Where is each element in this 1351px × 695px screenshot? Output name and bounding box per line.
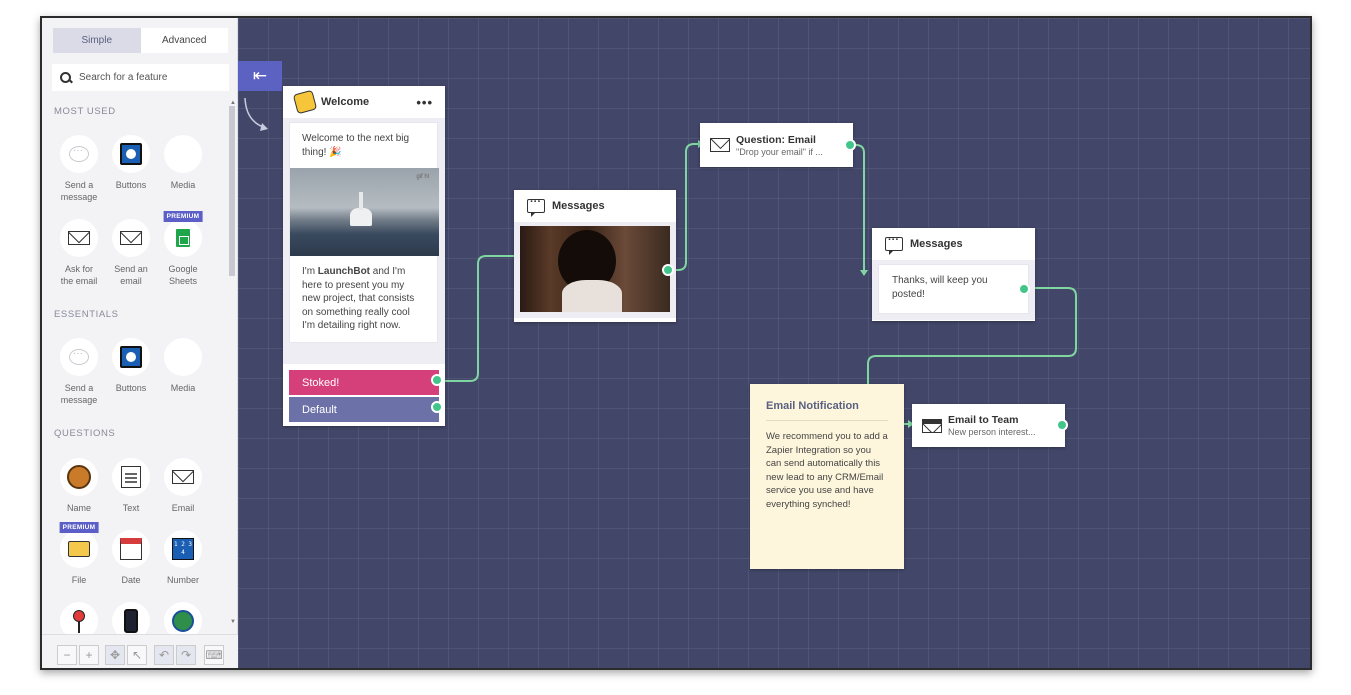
message-icon: [885, 234, 903, 255]
node-title: Question: Email: [736, 133, 816, 146]
tool-send-message-essential[interactable]: Send amessage: [49, 338, 109, 406]
section-title-essentials: ESSENTIALS: [54, 309, 119, 320]
tool-buttons[interactable]: Buttons: [101, 135, 161, 191]
tool-number[interactable]: 1 2 3 4 Number: [153, 530, 213, 586]
sticky-note[interactable]: Email Notification We recommend you to a…: [750, 384, 904, 569]
scroll-down-arrow-icon[interactable]: ▼: [230, 619, 236, 625]
premium-badge: PREMIUM: [163, 211, 203, 222]
node-title: Welcome: [321, 96, 370, 108]
feature-sidebar: Simple Advanced MOST USED Send amessage …: [42, 18, 238, 668]
port-output[interactable]: [1056, 419, 1068, 431]
phone-icon: [124, 609, 138, 633]
select-tool-button[interactable]: ↖: [127, 645, 147, 665]
tool-name[interactable]: Name: [49, 458, 109, 514]
collapse-sidebar-button[interactable]: ⇤: [238, 61, 282, 91]
envelope-icon: [68, 231, 90, 245]
waving-hand-icon: [292, 89, 318, 115]
app-window: Simple Advanced MOST USED Send amessage …: [40, 16, 1312, 670]
face-icon: [67, 465, 91, 489]
pointer-icon: ↖: [131, 648, 143, 662]
google-sheets-icon: [176, 229, 190, 247]
port-output[interactable]: [662, 264, 674, 276]
node-welcome[interactable]: Welcome ••• Welcome to the next big thin…: [283, 86, 445, 426]
message-text: Thanks, will keep you posted!: [878, 264, 1029, 314]
undo-icon: ↶: [158, 648, 170, 662]
canvas-toolbar: − + ✥ ↖ ↶ ↷ ⌨: [42, 634, 238, 668]
node-title: Messages: [910, 238, 963, 250]
message-bubble-icon: [69, 348, 89, 365]
tab-advanced[interactable]: Advanced: [140, 28, 228, 53]
rocket-launch-gif: gif hl: [290, 168, 439, 256]
note-title: Email Notification: [766, 400, 888, 421]
tool-send-message[interactable]: Send amessage: [49, 135, 109, 203]
move-icon: ✥: [109, 648, 121, 662]
redo-button[interactable]: ↷: [176, 645, 196, 665]
send-email-icon: [922, 418, 942, 433]
keyboard-button[interactable]: ⌨: [204, 645, 224, 665]
arrow-head: [860, 270, 868, 276]
node-question-email[interactable]: Question: Email "Drop your email" if ...: [700, 123, 856, 167]
search-box[interactable]: [52, 64, 229, 91]
tool-buttons-essential[interactable]: Buttons: [101, 338, 161, 394]
choice-stoked[interactable]: Stoked!: [289, 370, 439, 395]
node-messages-1[interactable]: Messages: [514, 190, 676, 322]
node-title: Email to Team: [948, 414, 1019, 426]
node-subtitle: "Drop your email" if ...: [736, 146, 823, 157]
note-text: We recommend you to add a Zapier Integra…: [766, 431, 888, 510]
port-output[interactable]: [844, 139, 856, 151]
tool-google-sheets[interactable]: PREMIUM Google Sheets: [153, 211, 213, 287]
choice-default[interactable]: Default: [289, 397, 439, 422]
calendar-icon: [120, 538, 142, 560]
tab-simple[interactable]: Simple: [53, 28, 141, 53]
globe-icon: [172, 610, 194, 632]
envelope-icon: [172, 470, 194, 484]
send-email-icon: [120, 231, 142, 245]
flow-canvas[interactable]: ⇤ Welcome ••• Welcome to the next big th…: [238, 18, 1310, 668]
tool-media[interactable]: Media: [153, 135, 213, 191]
buttons-icon: [120, 143, 142, 165]
node-title: Messages: [552, 200, 605, 212]
port-stoked[interactable]: [431, 374, 443, 386]
search-input[interactable]: [79, 72, 219, 83]
tool-send-email[interactable]: Send an email: [101, 219, 161, 287]
message-icon: [527, 196, 545, 217]
redo-icon: ↷: [180, 648, 192, 662]
welcome-body-text: I'm LaunchBot and I'm here to present yo…: [302, 266, 415, 331]
curved-arrow-icon: [244, 97, 268, 131]
tool-text[interactable]: Text: [101, 458, 161, 514]
tool-media-essential[interactable]: Media: [153, 338, 213, 394]
notepad-icon: [121, 466, 141, 488]
zoom-in-button[interactable]: +: [79, 645, 99, 665]
undo-button[interactable]: ↶: [154, 645, 174, 665]
buttons-icon: [120, 346, 142, 368]
collapse-arrow-icon: ⇤: [252, 66, 268, 85]
node-messages-2[interactable]: Messages Thanks, will keep you posted!: [872, 228, 1035, 321]
node-subtitle: New person interest...: [948, 427, 1036, 437]
port-default[interactable]: [431, 401, 443, 413]
link-stoked-to-messages: [436, 255, 518, 382]
welcome-intro-text: Welcome to the next big thing! 🎉: [302, 133, 410, 158]
section-title-most-used: MOST USED: [54, 106, 116, 117]
port-output[interactable]: [1018, 283, 1030, 295]
more-options-icon[interactable]: •••: [416, 95, 433, 110]
message-bubble-icon: [69, 145, 89, 162]
number-icon: 1 2 3 4: [172, 538, 194, 560]
envelope-icon: [710, 138, 730, 152]
media-image: [520, 226, 670, 312]
pan-tool-button[interactable]: ✥: [105, 645, 125, 665]
search-icon: [60, 71, 72, 84]
tool-email[interactable]: Email: [153, 458, 213, 514]
tool-ask-email[interactable]: Ask for the email: [49, 219, 109, 287]
node-email-to-team[interactable]: Email to Team New person interest...: [912, 404, 1068, 447]
keyboard-icon: ⌨: [205, 648, 223, 662]
folder-icon: [68, 541, 90, 557]
section-title-questions: QUESTIONS: [54, 428, 116, 439]
tool-file[interactable]: PREMIUM File: [49, 522, 109, 586]
zoom-out-button[interactable]: −: [57, 645, 77, 665]
tool-date[interactable]: Date: [101, 530, 161, 586]
premium-badge: PREMIUM: [59, 522, 99, 533]
sidebar-scrollbar[interactable]: [229, 106, 235, 276]
pin-icon: [73, 610, 85, 633]
mode-tabs: Simple Advanced: [53, 28, 228, 53]
